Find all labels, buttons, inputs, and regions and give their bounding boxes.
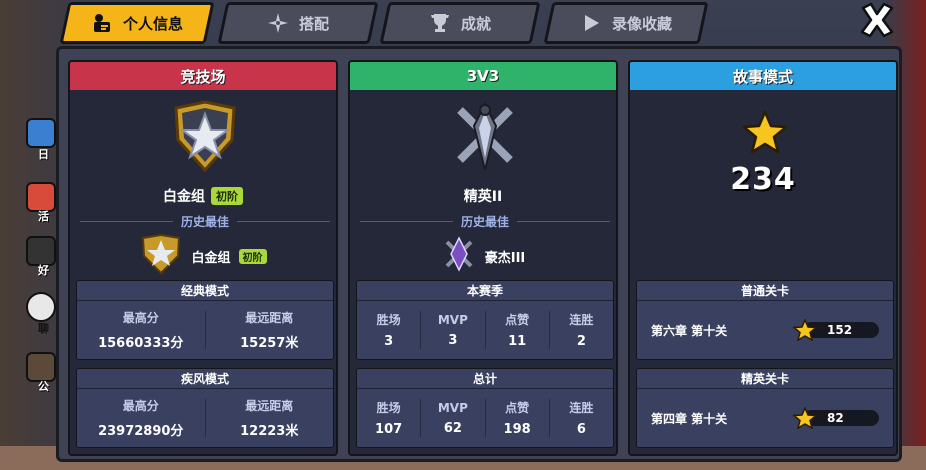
team-column: 3V3 精英II 历史最佳 豪杰III 本赛季 胜场 3 MVP 3 点赞 11… xyxy=(348,60,618,456)
total-mvp: 62 xyxy=(443,420,462,436)
classic-mode-box: 经典模式 最高分 15660333分 最远距离 15257米 xyxy=(76,280,334,360)
gale-high-score: 23972890分 xyxy=(98,424,184,439)
gold-star-icon xyxy=(742,110,788,158)
total-likes-label: 点赞 xyxy=(505,401,530,415)
team-rank-label: 精英II xyxy=(463,189,503,205)
elite-level-stage: 第四章 第十关 xyxy=(651,411,728,426)
classic-high-score-label: 最高分 xyxy=(122,311,159,325)
classic-mode-title: 经典模式 xyxy=(77,281,333,301)
season-likes: 11 xyxy=(508,334,527,349)
hero-purple-badge-icon xyxy=(441,236,477,276)
story-header: 故事模式 xyxy=(630,62,896,90)
team-rank: 精英II xyxy=(350,186,616,206)
season-wins: 3 xyxy=(384,334,394,349)
arena-rank-label: 白金组 xyxy=(163,189,205,205)
trophy-icon xyxy=(429,12,451,34)
id-card-icon xyxy=(91,12,113,34)
arena-best-row: 白金组 初阶 xyxy=(70,233,336,278)
star-icon xyxy=(793,319,817,341)
tab-label: 搭配 xyxy=(298,14,329,33)
tab-replays[interactable]: 录像收藏 xyxy=(543,2,709,44)
arena-header: 竞技场 xyxy=(70,62,336,90)
chat-icon[interactable] xyxy=(26,292,56,322)
arena-history-divider: 历史最佳 xyxy=(80,214,331,229)
tab-label: 个人信息 xyxy=(122,14,183,33)
gale-mode-box: 疾风模式 最高分 23972890分 最远距离 12223米 xyxy=(76,368,334,448)
season-box: 本赛季 胜场 3 MVP 3 点赞 11 连胜 2 xyxy=(356,280,614,360)
total-box: 总计 胜场 107 MVP 62 点赞 198 连胜 6 xyxy=(356,368,614,448)
elite-stars-count: 82 xyxy=(827,411,844,425)
total-streak-label: 连胜 xyxy=(569,401,594,415)
gale-distance: 12223米 xyxy=(240,424,299,439)
normal-levels-box: 普通关卡 第六章 第十关 152 xyxy=(636,280,894,360)
platinum-star-small-icon xyxy=(139,233,183,278)
gale-mode-title: 疾风模式 xyxy=(77,369,333,389)
season-mvp: 3 xyxy=(448,332,458,348)
arena-best-rank: 白金组 xyxy=(191,250,231,266)
tab-label: 录像收藏 xyxy=(611,14,672,33)
side-label-friends: 好 xyxy=(38,264,49,277)
play-icon xyxy=(580,12,602,34)
shuriken-icon xyxy=(267,12,289,34)
story-total-stars: 234 xyxy=(730,162,796,197)
side-label-chat: 聊 xyxy=(38,322,49,335)
star-icon xyxy=(793,407,817,429)
tab-profile[interactable]: 个人信息 xyxy=(59,2,215,44)
tab-label: 成就 xyxy=(460,14,491,33)
classic-distance: 15257米 xyxy=(240,336,299,351)
season-likes-label: 点赞 xyxy=(505,313,530,327)
season-streak-label: 连胜 xyxy=(569,313,594,327)
elite-stars-pill: 82 xyxy=(793,407,879,429)
season-streak: 2 xyxy=(576,334,586,349)
total-streak: 6 xyxy=(576,422,586,437)
elite-levels-title: 精英关卡 xyxy=(637,369,893,389)
side-label-activity: 活 xyxy=(38,210,49,223)
normal-stars-pill: 152 xyxy=(793,319,879,341)
season-wins-label: 胜场 xyxy=(376,313,401,327)
total-wins: 107 xyxy=(375,422,403,437)
classic-high-score: 15660333分 xyxy=(98,336,184,351)
arena-rank-tag: 初阶 xyxy=(211,187,243,205)
total-wins-label: 胜场 xyxy=(376,401,401,415)
normal-stars-count: 152 xyxy=(827,323,853,337)
classic-distance-label: 最远距离 xyxy=(245,311,294,325)
team-header: 3V3 xyxy=(350,62,616,90)
elite-crossed-swords-badge-icon xyxy=(446,98,524,180)
total-mvp-label: MVP xyxy=(437,400,468,415)
total-likes: 198 xyxy=(503,422,531,437)
close-icon xyxy=(857,0,897,44)
tab-achievements[interactable]: 成就 xyxy=(379,2,541,44)
arena-history-label: 历史最佳 xyxy=(181,214,230,229)
season-mvp-label: MVP xyxy=(437,312,468,327)
elite-levels-box: 精英关卡 第四章 第十关 82 xyxy=(636,368,894,448)
normal-levels-title: 普通关卡 xyxy=(637,281,893,301)
team-history-divider: 历史最佳 xyxy=(360,214,611,229)
close-button[interactable] xyxy=(856,2,898,42)
arena-column: 竞技场 白金组 初阶 历史最佳 白金组 初阶 经典模式 最高分 15660333… xyxy=(68,60,338,456)
team-history-label: 历史最佳 xyxy=(461,214,510,229)
story-column: 故事模式 234 普通关卡 第六章 第十关 152 精英关卡 第四章 第十关 8… xyxy=(628,60,898,456)
total-title: 总计 xyxy=(357,369,613,389)
gale-high-score-label: 最高分 xyxy=(122,399,159,413)
team-best-row: 豪杰III xyxy=(350,236,616,276)
platinum-star-badge-icon xyxy=(168,100,242,178)
gale-distance-label: 最远距离 xyxy=(245,399,294,413)
season-title: 本赛季 xyxy=(357,281,613,301)
tab-loadout[interactable]: 搭配 xyxy=(217,2,379,44)
side-label-guild: 公 xyxy=(38,380,49,393)
side-label-daily: 日 xyxy=(38,148,49,161)
arena-rank: 白金组 初阶 xyxy=(70,186,336,206)
arena-best-tag: 初阶 xyxy=(238,248,267,264)
normal-level-stage: 第六章 第十关 xyxy=(651,323,728,338)
team-best-rank: 豪杰III xyxy=(484,250,526,266)
calendar-icon[interactable] xyxy=(26,118,56,148)
